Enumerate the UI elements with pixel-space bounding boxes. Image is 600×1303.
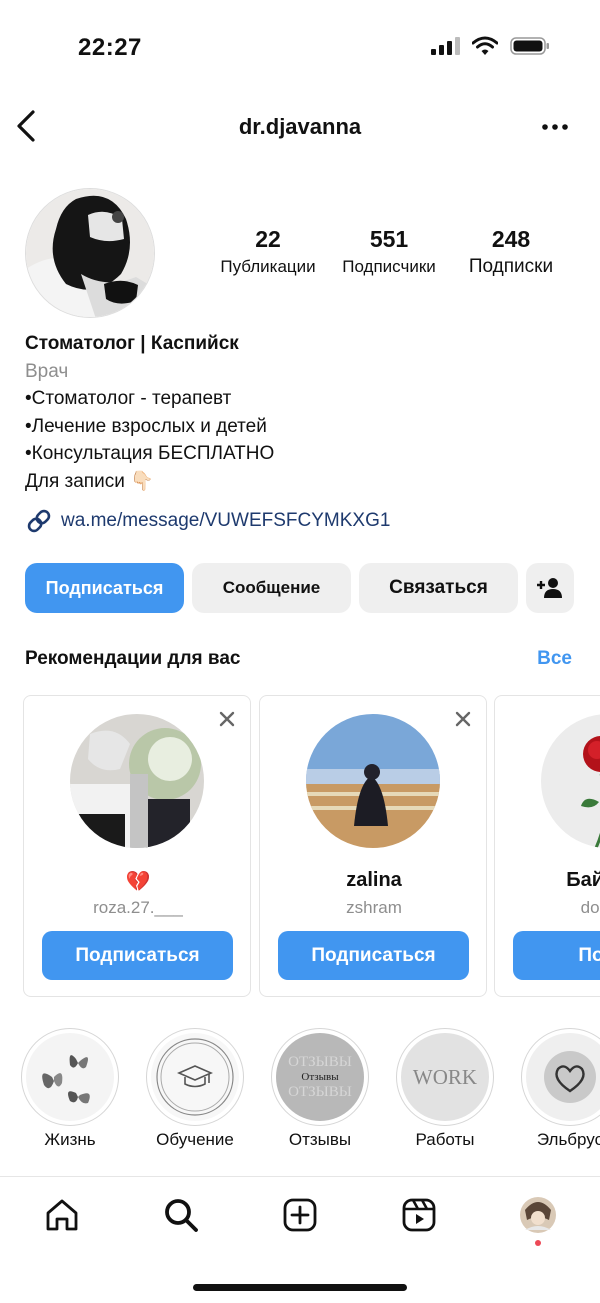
highlight-label: Работы [415, 1130, 475, 1149]
see-all-link[interactable]: Все [537, 648, 572, 670]
bio-name: Стоматолог | Каспийск [25, 333, 239, 354]
highlight-cover: ОТЗЫВЫ Отзывы ОТЗЫВЫ [271, 1028, 369, 1126]
bio-line: •Стоматолог - терапевт [25, 388, 232, 409]
tab-reels[interactable] [399, 1195, 439, 1235]
wifi-icon [472, 36, 498, 55]
butterfly-icon [42, 1055, 90, 1104]
followers-stat[interactable]: 551 Подписчики [328, 225, 450, 281]
posts-label: Публикации [220, 257, 316, 276]
tab-home[interactable] [42, 1195, 82, 1235]
suggestion-card[interactable]: zalina zshram Подписаться [259, 695, 487, 997]
highlight-item[interactable]: Эльбрус [515, 1028, 600, 1150]
suggestion-avatar [306, 714, 440, 848]
tab-create[interactable] [280, 1195, 320, 1235]
suggested-users-button[interactable] [526, 563, 574, 613]
highlight-cover [21, 1028, 119, 1126]
suggestions-header: Рекомендации для вас Все [25, 648, 575, 670]
highlight-cover-text: ОТЗЫВЫ [288, 1053, 352, 1070]
highlight-item[interactable]: ОТЗЫВЫ Отзывы ОТЗЫВЫ Отзывы [265, 1028, 375, 1150]
bottom-tab-bar [0, 1176, 600, 1256]
bio-line: Для записи 👇🏻 [25, 470, 154, 492]
suggestion-card[interactable]: Байраво doctor_ Подпи [494, 695, 600, 997]
highlight-label: Жизнь [44, 1130, 96, 1149]
bio-link[interactable]: wa.me/message/VUWEFSFCYMKXG1 [25, 507, 585, 535]
battery-icon [510, 37, 549, 55]
suggestion-photo [541, 714, 600, 848]
bio-line: •Лечение взрослых и детей [25, 415, 267, 437]
following-stat[interactable]: 248 Подписки [450, 225, 572, 281]
contact-button[interactable]: Связаться [359, 563, 518, 613]
add-person-icon [537, 578, 562, 598]
followers-label: Подписчики [342, 257, 436, 276]
suggestion-username: doctor_ [580, 898, 600, 917]
highlight-cover-text: WORK [412, 1064, 478, 1089]
suggestion-photo [306, 714, 440, 848]
link-icon [27, 509, 51, 533]
profile-bio: Стоматолог | Каспийск Врач •Стоматолог -… [25, 330, 585, 535]
home-indicator[interactable] [193, 1284, 407, 1291]
highlight-label: Эльбрус [536, 1130, 600, 1149]
message-button[interactable]: Сообщение [192, 563, 351, 613]
status-icons [430, 36, 550, 56]
suggestion-card[interactable]: 💔 roza.27.___ Подписаться [23, 695, 251, 997]
follow-button[interactable]: Подписаться [25, 563, 184, 613]
profile-photo [26, 189, 154, 317]
highlight-label: Обучение [156, 1130, 234, 1149]
heart-icon [544, 1051, 596, 1103]
status-bar: 22:27 [0, 0, 600, 96]
profile-actions: Подписаться Сообщение Связаться [25, 563, 574, 613]
more-icon [542, 124, 568, 130]
highlight-label: Отзывы [288, 1130, 352, 1149]
bio-line: •Консультация БЕСПЛАТНО [25, 443, 275, 464]
following-label: Подписки [468, 256, 554, 277]
suggestion-name: Байраво [566, 869, 600, 891]
highlight-item[interactable]: Обучение [140, 1028, 250, 1150]
close-icon[interactable] [454, 710, 472, 728]
suggestion-follow-button[interactable]: Подписаться [42, 931, 233, 980]
suggestion-photo [70, 714, 204, 848]
username-title: dr.djavanna [238, 114, 362, 139]
profile-avatar[interactable] [25, 188, 155, 318]
create-icon [283, 1198, 317, 1232]
tab-search[interactable] [161, 1195, 201, 1235]
bio-category: Врач [25, 360, 69, 382]
highlight-item[interactable]: Жизнь [15, 1028, 125, 1150]
suggestion-follow-button[interactable]: Подписаться [278, 931, 469, 980]
home-icon [46, 1199, 78, 1231]
bio-link-text: wa.me/message/VUWEFSFCYMKXG1 [61, 510, 391, 532]
suggestion-name: 💔 [125, 871, 151, 893]
more-options-button[interactable] [538, 110, 572, 144]
following-count: 248 [491, 226, 531, 252]
story-highlights: Жизнь Обучение ОТЗЫВЫ Отзывы ОТЗЫВЫ Отзы… [0, 1028, 600, 1158]
profile-stats: 22 Публикации 551 Подписчики 248 Подписк… [208, 225, 578, 281]
close-icon[interactable] [218, 710, 236, 728]
suggestion-avatar [541, 714, 600, 848]
status-time: 22:27 [78, 34, 142, 61]
followers-count: 551 [369, 226, 409, 252]
tab-profile[interactable] [518, 1195, 558, 1235]
cellular-signal-icon [431, 37, 460, 55]
highlight-cover-center: Отзывы [301, 1070, 339, 1083]
reels-icon [402, 1198, 436, 1232]
profile-avatar-icon [520, 1197, 556, 1233]
suggestion-username: zshram [346, 898, 402, 917]
profile-header: dr.djavanna [0, 100, 600, 156]
notification-dot [535, 1240, 541, 1246]
suggestion-username: roza.27.___ [93, 898, 183, 917]
highlight-cover [146, 1028, 244, 1126]
posts-stat[interactable]: 22 Публикации [208, 225, 328, 281]
highlight-item[interactable]: WORK Работы [390, 1028, 500, 1150]
suggestion-avatar [70, 714, 204, 848]
suggestion-name: zalina [346, 869, 402, 891]
posts-count: 22 [255, 226, 281, 252]
search-icon [165, 1199, 198, 1232]
highlight-cover: WORK [396, 1028, 494, 1126]
highlight-cover [521, 1028, 600, 1126]
highlight-cover-text: ОТЗЫВЫ [288, 1083, 352, 1100]
suggestion-cards: 💔 roza.27.___ Подписаться zalina zshram … [23, 695, 600, 997]
graduation-cap-icon [156, 1038, 234, 1116]
suggestions-title: Рекомендации для вас [25, 648, 241, 669]
suggestion-follow-button[interactable]: Подпи [513, 931, 600, 980]
